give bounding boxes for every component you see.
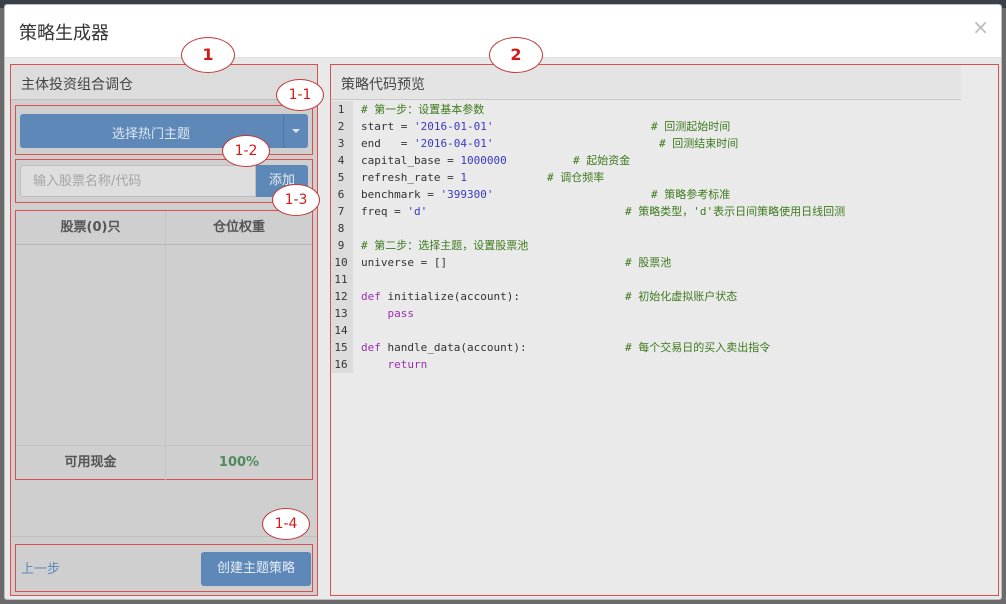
line-number: 11 (334, 273, 348, 286)
right-panel-header: 策略代码预览 (331, 65, 961, 100)
line-number: 4 (337, 154, 345, 167)
holdings-table-footer: 可用现金 100% (16, 445, 312, 480)
code-line: 10 universe = [] # 股票池 (331, 254, 991, 271)
code-line: 13 pass (331, 305, 991, 322)
code-line: 14 (331, 322, 991, 339)
code-line: 6 benchmark = '399300' # 策略参考标准 (331, 186, 991, 203)
code-text: # 第二步：选择主题，设置股票池 (361, 239, 529, 252)
callout-2-label: 2 (510, 45, 522, 64)
column-header-weight: 仓位权重 (212, 220, 265, 235)
code-line: 9 # 第二步：选择主题，设置股票池 (331, 237, 991, 254)
strategy-generator-modal: 策略生成器 × 主体投资组合调仓 选择热门主题 添加 股票(0)只 仓位权重 (4, 4, 1002, 600)
line-number: 10 (334, 256, 348, 269)
code-line: 5 refresh_rate = 1 # 调仓频率 (331, 169, 991, 186)
code-text: # 第一步：设置基本参数 (361, 103, 485, 116)
column-header-stocks: 股票(0)只 (16, 211, 166, 244)
code-line: 12 def initialize(account): # 初始化虚拟账户状态 (331, 288, 991, 305)
callout-2: 2 (489, 37, 543, 73)
code-text: universe = [] (361, 256, 448, 269)
code-comment: # 策略参考标准 (651, 188, 731, 201)
code-text: refresh_rate = 1 (361, 171, 467, 184)
line-number: 2 (337, 120, 345, 133)
line-number: 16 (334, 358, 348, 371)
code-line: 16 return (331, 356, 991, 373)
code-text: pass (387, 307, 415, 320)
create-theme-strategy-button[interactable]: 创建主题策略 (201, 552, 311, 586)
caret-down-icon (292, 129, 300, 133)
code-line: 3 end = '2016-04-01' # 回测结束时间 (331, 135, 991, 152)
right-panel-title: 策略代码预览 (341, 77, 425, 93)
line-number: 9 (337, 239, 345, 252)
code-comment: # 每个交易日的买入卖出指令 (625, 341, 771, 354)
callout-1-2: 1-2 (222, 135, 270, 167)
column-divider (165, 245, 166, 445)
code-line: 15 def handle_data(account): # 每个交易日的买入卖出指… (331, 339, 991, 356)
code-line: 7 freq = 'd' # 策略类型，'d'表示日间策略使用日线回测 (331, 203, 991, 220)
line-number: 14 (334, 324, 348, 337)
callout-1-label: 1 (202, 45, 214, 64)
previous-step-link[interactable]: 上一步 (21, 558, 60, 577)
code-comment: # 回测起始时间 (651, 120, 731, 133)
line-number: 3 (337, 137, 345, 150)
line-number: 5 (337, 171, 345, 184)
line-number: 13 (334, 307, 348, 320)
code-text: def handle_data(account): (361, 341, 527, 354)
code-line: 8 (331, 220, 991, 237)
callout-1-4: 1-4 (262, 508, 310, 540)
code-comment: # 策略类型，'d'表示日间策略使用日线回测 (625, 205, 846, 218)
code-comment: # 股票池 (625, 256, 672, 269)
line-number: 12 (334, 290, 348, 303)
stock-search-input[interactable] (20, 165, 256, 197)
code-text: return (387, 358, 428, 371)
modal-title: 策略生成器 (19, 23, 109, 44)
callout-1-2-label: 1-2 (234, 143, 258, 159)
holdings-table-header: 股票(0)只 仓位权重 (16, 211, 312, 245)
line-number: 15 (334, 341, 348, 354)
callout-1-3-label: 1-3 (284, 192, 308, 208)
code-line: 11 (331, 271, 991, 288)
callout-1-1-label: 1-1 (288, 87, 312, 103)
available-cash-label: 可用现金 (16, 446, 166, 480)
close-icon[interactable]: × (972, 17, 989, 37)
callout-1-1: 1-1 (276, 79, 324, 111)
code-text: capital_base = 1000000 (361, 154, 507, 167)
left-panel-header: 主体投资组合调仓 (11, 65, 317, 100)
code-text: start = '2016-01-01' (361, 120, 494, 133)
add-stock-section: 添加 (15, 159, 313, 203)
code-line: 4 capital_base = 1000000 # 起始资金 (331, 152, 991, 169)
callout-1: 1 (181, 37, 235, 73)
code-text: def initialize(account): (361, 290, 520, 303)
code-text: benchmark = '399300' (361, 188, 494, 201)
code-comment: # 初始化虚拟账户状态 (625, 290, 738, 303)
code-line: 1 # 第一步：设置基本参数 (331, 101, 991, 118)
line-number: 6 (337, 188, 345, 201)
available-cash-value: 100% (218, 455, 260, 470)
theme-dropdown-toggle[interactable] (283, 114, 308, 148)
holdings-table: 股票(0)只 仓位权重 可用现金 100% (15, 210, 313, 480)
code-line: 2 start = '2016-01-01' # 回测起始时间 (331, 118, 991, 135)
code-comment: # 回测结束时间 (659, 137, 739, 150)
holdings-table-body (16, 245, 312, 445)
code-text: end = '2016-04-01' (361, 137, 494, 150)
code-comment: # 调仓频率 (547, 171, 605, 184)
strategy-code-preview-panel: 策略代码预览 1 # 第一步：设置基本参数 2 start = '2016-01-01… (330, 64, 999, 596)
line-number: 7 (337, 205, 345, 218)
line-number: 1 (337, 103, 345, 116)
code-text: freq = 'd' (361, 205, 428, 218)
code-editor[interactable]: 1 # 第一步：设置基本参数 2 start = '2016-01-01' # 回测起始… (331, 101, 998, 595)
callout-1-4-label: 1-4 (274, 516, 298, 532)
left-panel-title: 主体投资组合调仓 (21, 77, 133, 93)
callout-1-3: 1-3 (272, 184, 320, 216)
line-number: 8 (337, 222, 345, 235)
code-comment: # 起始资金 (573, 154, 631, 167)
